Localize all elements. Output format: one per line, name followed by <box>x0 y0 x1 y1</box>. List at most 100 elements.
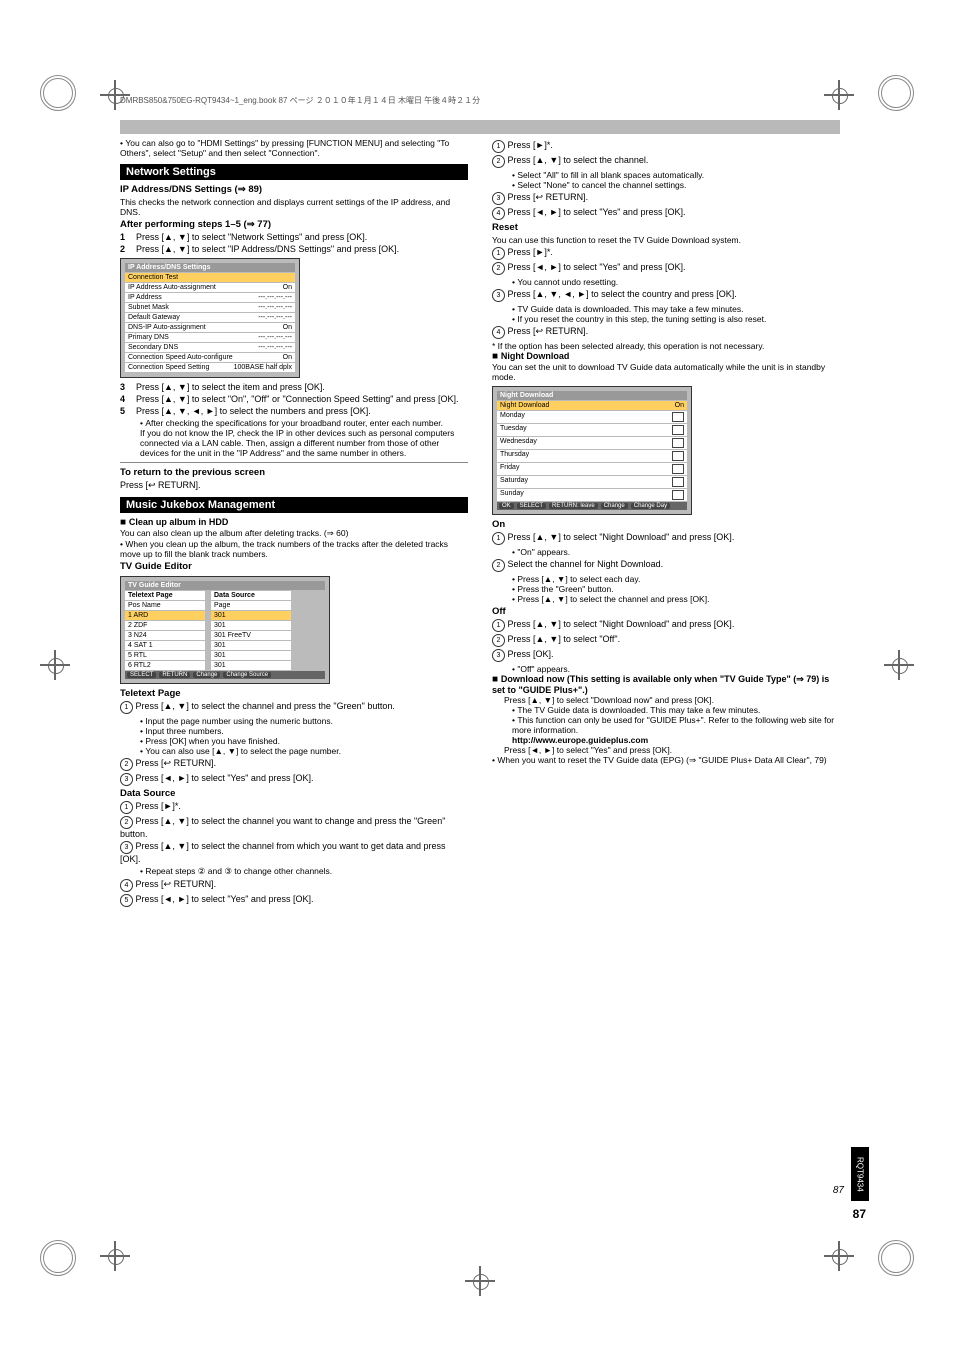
dlnow-b1: The TV Guide data is downloaded. This ma… <box>512 705 840 715</box>
p-h-l: Teletext Page <box>128 592 173 599</box>
tp-sub-c: Press [OK] when you have finished. <box>140 736 468 746</box>
p-1r: Page <box>214 602 230 609</box>
p-2l: 1 ARD <box>128 612 148 619</box>
teletext-h: Teletext Page <box>120 688 468 699</box>
ds-n3: 3 <box>120 841 133 854</box>
off-n3: 3 <box>492 649 505 662</box>
ns-6l: Saturday <box>500 477 528 487</box>
step2a: Press [▲, ▼] to select "Network Settings… <box>136 232 367 242</box>
nf0: OK <box>499 503 514 509</box>
ds-step2: Press [▲, ▼] to select the channel you w… <box>120 816 445 839</box>
p-6l: 5 RTL <box>128 652 147 659</box>
reset-h: Reset <box>492 222 840 233</box>
ip-note-bullet: After checking the specifications for yo… <box>140 418 468 428</box>
ip-row-1l: IP Address Auto-assignment <box>128 284 216 291</box>
ns-0l: Night Download <box>500 402 549 409</box>
on-n2: 2 <box>492 559 505 572</box>
ip-row-9r: 100BASE half dplx <box>234 364 292 371</box>
checkbox-icon <box>672 477 684 487</box>
r-n4: 4 <box>492 326 505 339</box>
pdf-header-line: DMRBS850&750EG-RQT9434~1_eng.book 87 ページ… <box>120 95 480 106</box>
on1b: "On" appears. <box>512 547 840 557</box>
title-bar <box>120 120 840 134</box>
r4: Press [↩ RETURN]. <box>508 326 589 336</box>
ip-title: IP Address/DNS Settings (⇒ 89) <box>120 184 468 195</box>
tp-sub-a: Input the page number using the numeric … <box>140 716 468 726</box>
g-n4: 4 <box>492 207 505 220</box>
extra-b: When you want to reset the TV Guide data… <box>492 755 840 766</box>
ds-step4: Press [↩ RETURN]. <box>136 879 217 889</box>
r3b1: TV Guide data is downloaded. This may ta… <box>512 304 840 314</box>
p-4l: 3 N24 <box>128 632 147 639</box>
ds-n2: 2 <box>120 816 133 829</box>
ns-3l: Wednesday <box>500 438 537 448</box>
ip-row-3r: ---.---.---.--- <box>258 304 292 311</box>
side-tab: RQT9434 <box>851 1147 869 1201</box>
nf4: Change Day <box>631 503 670 509</box>
tp-n3: 3 <box>120 773 133 786</box>
ip-row-3l: Subnet Mask <box>128 304 169 311</box>
checkbox-icon <box>672 490 684 500</box>
music-square: Clean up album in HDD <box>120 517 468 528</box>
off-n1: 1 <box>492 619 505 632</box>
off3: Press [OK]. <box>508 649 554 659</box>
profile-screen: TV Guide Editor Teletext Page Pos Name 1… <box>120 576 330 684</box>
p-5l: 4 SAT 1 <box>128 642 153 649</box>
on-n1: 1 <box>492 532 505 545</box>
night-screen-title: Night Download <box>497 391 687 400</box>
ip-row-2r: ---.---.---.--- <box>258 294 292 301</box>
dlnow-b2: This function can only be used for "GUID… <box>512 715 840 735</box>
page-num-italic: 87 <box>833 1185 844 1196</box>
ns-0r: On <box>675 402 684 409</box>
tp-sub-b: Input three numbers. <box>140 726 468 736</box>
music-text: You can also clean up the album after de… <box>120 528 468 539</box>
step-3-num: 3 <box>120 382 136 392</box>
night-screen: Night Download Night Download On Monday T… <box>492 386 692 515</box>
night-sq-label: Night Download <box>501 351 570 361</box>
on1: Press [▲, ▼] to select "Night Download" … <box>508 532 735 542</box>
music-bullet: When you clean up the album, the track n… <box>120 539 468 559</box>
left-column: You can also go to "HDMI Settings" by pr… <box>120 138 468 909</box>
ds-step3: Press [▲, ▼] to select the channel from … <box>120 841 446 864</box>
ds-h: Data Source <box>120 788 468 799</box>
pf2: Change <box>193 672 220 678</box>
ns-4l: Thursday <box>500 451 529 461</box>
ns-2l: Tuesday <box>500 425 527 435</box>
checkbox-icon <box>672 412 684 422</box>
ds-n5: 5 <box>120 894 133 907</box>
ip-row-4l: Default Gateway <box>128 314 180 321</box>
r1: Press [►]*. <box>508 247 553 257</box>
music-sq-label: Clean up album in HDD <box>129 517 229 527</box>
g2b2: Select "None" to cancel the channel sett… <box>512 180 840 190</box>
g-n3: 3 <box>492 192 505 205</box>
ip-row-0l: Connection Test <box>128 274 178 281</box>
ds-step1: Press [►]*. <box>136 801 181 811</box>
on2b3: Press [▲, ▼] to select the channel and p… <box>512 594 840 604</box>
step3c: Press [▲, ▼, ◄, ►] to select the numbers… <box>136 406 371 416</box>
ds-step5: Press [◄, ►] to select "Yes" and press [… <box>136 894 314 904</box>
return-h: To return to the previous screen <box>120 467 468 478</box>
dlnow-sq-label: Download now (This setting is available … <box>492 674 829 695</box>
p-3r: 301 <box>214 622 226 629</box>
netset-intro: This checks the network connection and d… <box>120 197 468 217</box>
r-n2: 2 <box>492 262 505 275</box>
checkbox-icon <box>672 451 684 461</box>
off3b: "Off" appears. <box>512 664 840 674</box>
ip-row-7r: ---.---.---.--- <box>258 344 292 351</box>
checkbox-icon <box>672 438 684 448</box>
off2: Press [▲, ▼] to select "Off". <box>508 634 621 644</box>
g2b1: Select "All" to fill in all blank spaces… <box>512 170 840 180</box>
extra-text: Press [◄, ►] to select "Yes" and press [… <box>504 745 840 755</box>
ip-row-8l: Connection Speed Auto-configure <box>128 354 233 361</box>
hdmi-note: You can also go to "HDMI Settings" by pr… <box>120 138 468 158</box>
tp-step3: Press [◄, ►] to select "Yes" and press [… <box>136 773 314 783</box>
ip-row-2l: IP Address <box>128 294 162 301</box>
r2b: You cannot undo resetting. <box>512 277 840 287</box>
ip-note-text: If you do not know the IP, check the IP … <box>140 428 468 458</box>
p-7l: 6 RTL2 <box>128 662 151 669</box>
pf0: SELECT <box>127 672 156 678</box>
r2: Press [◄, ►] to select "Yes" and press [… <box>508 262 686 272</box>
ns-1l: Monday <box>500 412 525 422</box>
step-5-num: 5 <box>120 406 136 416</box>
p-h-r: Data Source <box>214 592 255 599</box>
